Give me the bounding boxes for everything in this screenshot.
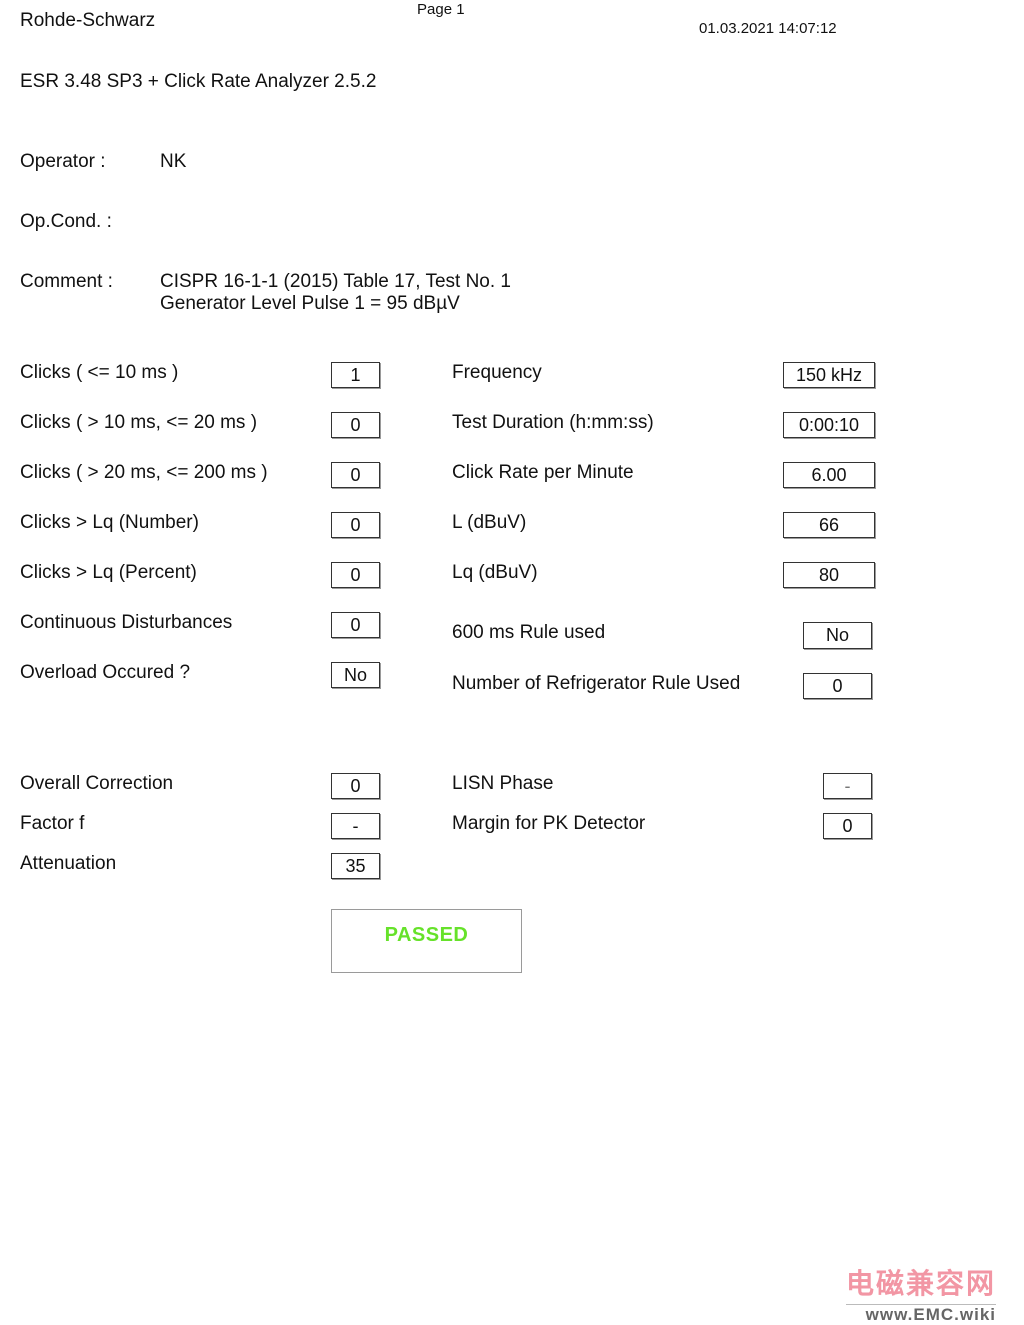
- result-passed: PASSED: [384, 924, 469, 946]
- comment-label: Comment :: [20, 271, 113, 292]
- overall-correction-value: 0: [331, 773, 380, 799]
- watermark-logo-text: 电磁兼容网: [846, 1268, 997, 1299]
- opcond-label: Op.Cond. :: [20, 211, 112, 232]
- clicks-gt-lq-percent-label: Clicks > Lq (Percent): [20, 562, 197, 583]
- lisn-phase-value: -: [823, 773, 872, 799]
- clicks-20-200ms-value: 0: [331, 462, 380, 488]
- clicks-gt-lq-number-label: Clicks > Lq (Number): [20, 512, 199, 533]
- click-rate-label: Click Rate per Minute: [452, 462, 634, 483]
- lq-dbuv-value: 80: [783, 562, 875, 588]
- lisn-phase-label: LISN Phase: [452, 773, 554, 794]
- company-name: Rohde-Schwarz: [20, 10, 156, 31]
- test-duration-value: 0:00:10: [783, 412, 875, 438]
- overload-occured-label: Overload Occured ?: [20, 662, 191, 683]
- rule-600ms-label: 600 ms Rule used: [452, 622, 606, 643]
- pk-margin-value: 0: [823, 813, 872, 839]
- watermark-url: www.EMC.wiki: [846, 1304, 997, 1325]
- clicks-gt-lq-number-value: 0: [331, 512, 380, 538]
- factor-f-value: -: [331, 813, 380, 839]
- operator-label: Operator :: [20, 151, 106, 172]
- clicks-10-20ms-label: Clicks ( > 10 ms, <= 20 ms ): [20, 412, 258, 433]
- test-duration-label: Test Duration (h:mm:ss): [452, 412, 654, 433]
- clicks-10-20ms-value: 0: [331, 412, 380, 438]
- refrigerator-rule-label: Number of Refrigerator Rule Used: [452, 673, 741, 694]
- clicks-20-200ms-label: Clicks ( > 20 ms, <= 200 ms ): [20, 462, 268, 483]
- overall-correction-label: Overall Correction: [20, 773, 174, 794]
- operator-value: NK: [160, 151, 187, 172]
- attenuation-label: Attenuation: [20, 853, 117, 874]
- l-dbuv-label: L (dBuV): [452, 512, 527, 533]
- frequency-label: Frequency: [452, 362, 542, 383]
- clicks-le10ms-label: Clicks ( <= 10 ms ): [20, 362, 179, 383]
- report-datetime: 01.03.2021 14:07:12: [699, 20, 837, 37]
- attenuation-value: 35: [331, 853, 380, 879]
- refrigerator-rule-value: 0: [803, 673, 872, 699]
- rule-600ms-value: No: [803, 622, 872, 649]
- page-number: Page 1: [417, 1, 465, 18]
- continuous-disturbances-value: 0: [331, 612, 380, 638]
- software-version: ESR 3.48 SP3 + Click Rate Analyzer 2.5.2: [20, 71, 377, 92]
- overload-occured-value: No: [331, 662, 380, 688]
- comment-line-1: CISPR 16-1-1 (2015) Table 17, Test No. 1: [160, 271, 511, 292]
- pk-margin-label: Margin for PK Detector: [452, 813, 646, 834]
- clicks-gt-lq-percent-value: 0: [331, 562, 380, 588]
- l-dbuv-value: 66: [783, 512, 875, 538]
- frequency-value: 150 kHz: [783, 362, 875, 388]
- comment-line-2: Generator Level Pulse 1 = 95 dBµV: [160, 293, 460, 314]
- click-rate-value: 6.00: [783, 462, 875, 488]
- lq-dbuv-label: Lq (dBuV): [452, 562, 538, 583]
- result-box: PASSED: [331, 909, 522, 973]
- continuous-disturbances-label: Continuous Disturbances: [20, 612, 233, 633]
- clicks-le10ms-value: 1: [331, 362, 380, 388]
- watermark: 电磁兼容网 www.EMC.wiki: [846, 1262, 997, 1325]
- factor-f-label: Factor f: [20, 813, 85, 834]
